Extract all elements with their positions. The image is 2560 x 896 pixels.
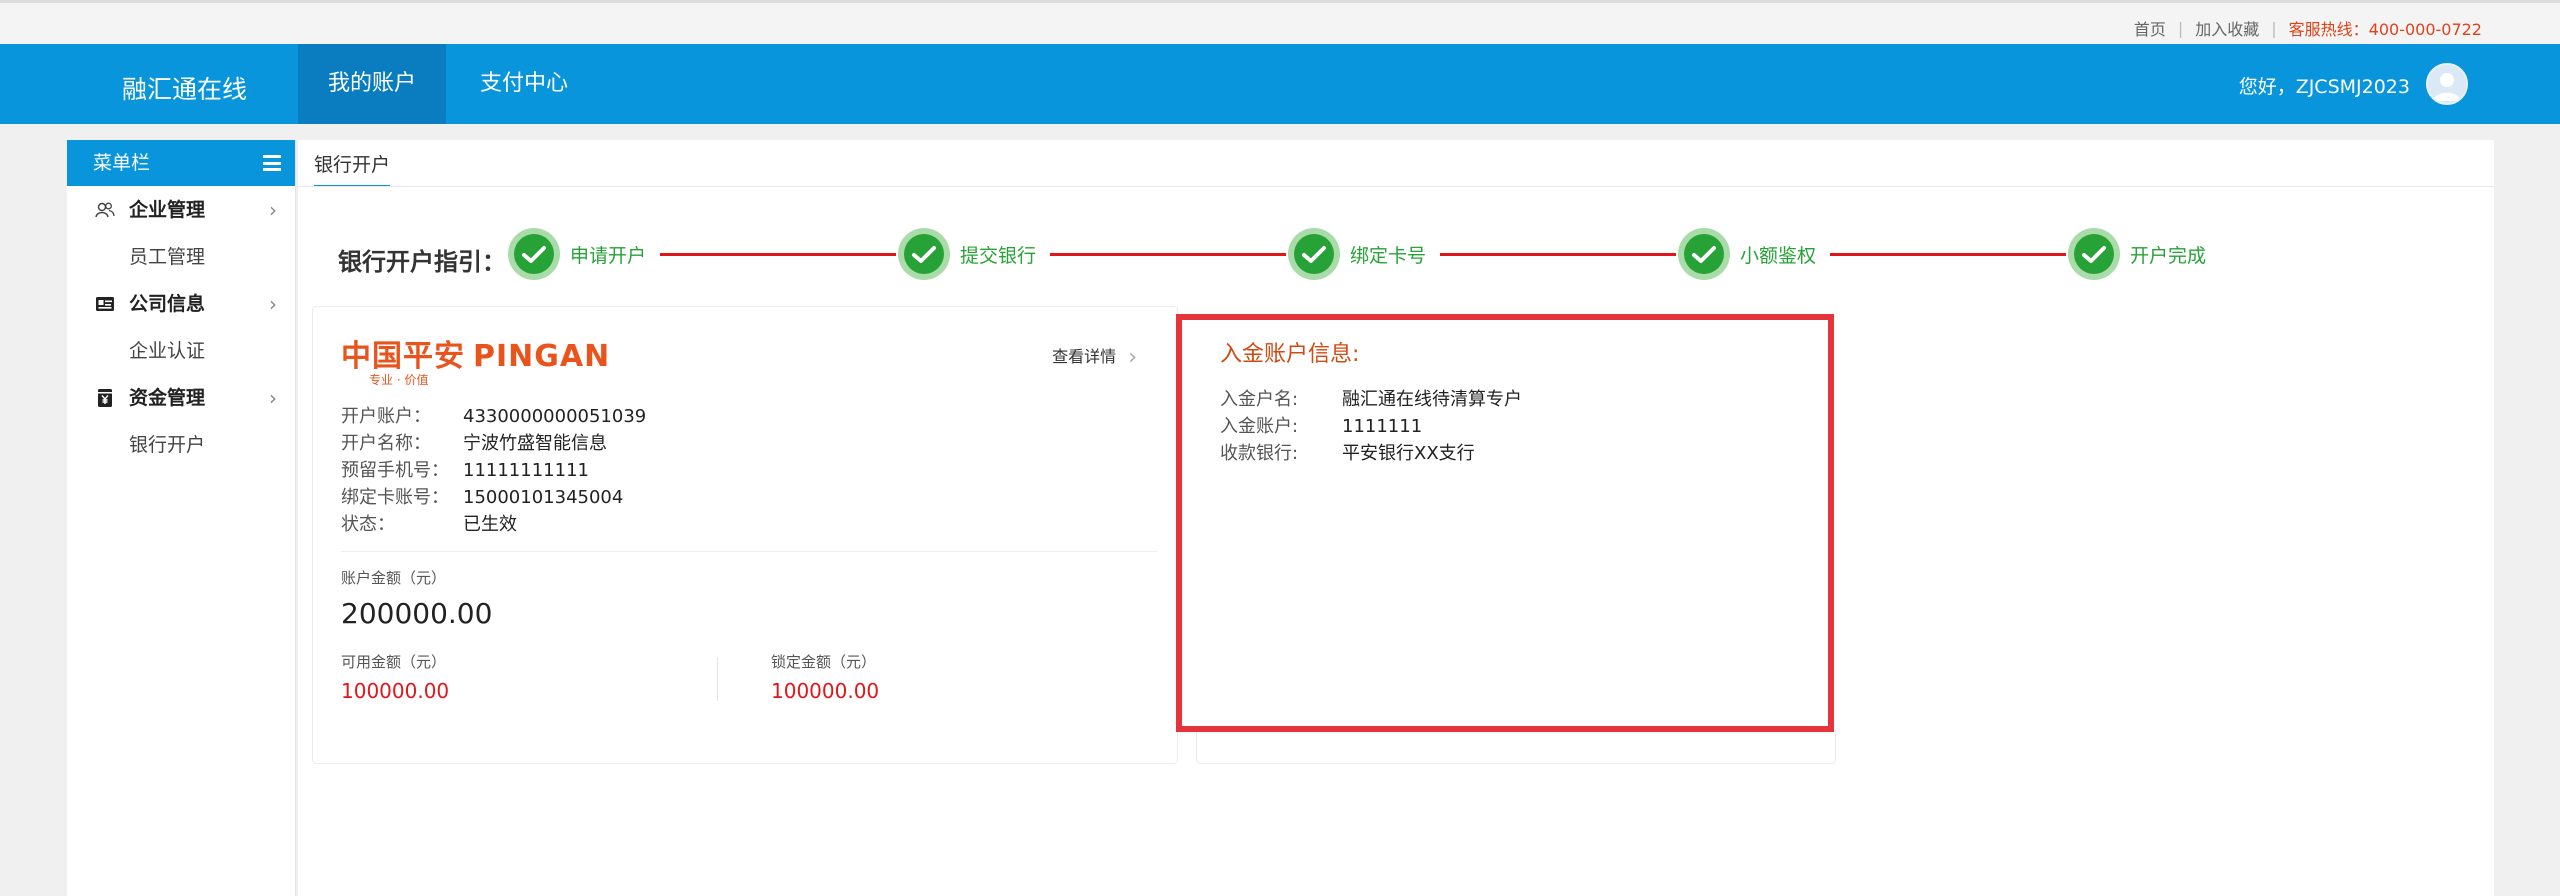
add-favorite-link[interactable]: 加入收藏 [2195, 16, 2259, 40]
field-row: 开户账户： 4330000000051039 [341, 403, 646, 430]
top-utility-bar: 首页 | 加入收藏 | 客服热线：400-000-0722 [0, 0, 2560, 44]
user-avatar-icon [2433, 73, 2461, 101]
balance-label: 账户金额（元） [341, 569, 447, 587]
sidebar-group-label: 公司信息 [129, 293, 206, 315]
users-icon [95, 202, 115, 218]
step-complete-icon [2068, 228, 2120, 280]
field-value: 宁波竹盛智能信息 [463, 433, 607, 454]
tab-my-account[interactable]: 我的账户 [298, 44, 447, 124]
step-complete-icon [1288, 228, 1340, 280]
field-row: 开户名称： 宁波竹盛智能信息 [341, 430, 646, 457]
card-divider [341, 551, 1157, 552]
main-navbar: 融汇通在线 我的账户 支付中心 您好，ZJCSMJ2023 [0, 44, 2560, 124]
logo-cn: 中国平安 [341, 339, 465, 374]
field-value: 融汇通在线待清算专户 [1342, 389, 1522, 410]
user-greeting[interactable]: 您好，ZJCSMJ2023 [2239, 72, 2410, 99]
hotline-text: 客服热线：400-000-0722 [2288, 20, 2482, 39]
field-row: 预留手机号： 11111111111 [341, 457, 646, 484]
step-complete-icon [508, 228, 560, 280]
logo-slogan: 专业 · 价值 [369, 373, 429, 387]
field-value: 平安银行XX支行 [1342, 443, 1475, 464]
field-label: 状态： [341, 514, 395, 535]
sidebar-item-staff[interactable]: 员工管理 [67, 234, 295, 280]
deposit-title: 入金账户信息: [1220, 342, 1360, 367]
field-row: 入金户名: 融汇通在线待清算专户 [1220, 386, 1522, 413]
tab-divider [298, 186, 2494, 187]
separator: | [2271, 18, 2277, 38]
available-value: 100000.00 [341, 679, 450, 703]
view-detail-label: 查看详情 [1052, 347, 1117, 366]
sidebar-group-funds[interactable]: 资金管理 › [67, 374, 295, 422]
pingan-logo: 中国平安 PINGAN 专业 · 价值 [341, 331, 611, 387]
vertical-divider [717, 657, 718, 701]
field-value: 1111111 [1342, 416, 1423, 437]
money-icon [98, 389, 112, 407]
field-value: 11111111111 [463, 460, 589, 481]
sidebar-header: 菜单栏 [67, 140, 295, 186]
step-label: 开户完成 [2130, 245, 2207, 267]
sidebar-group-enterprise[interactable]: 企业管理 › [67, 186, 295, 234]
field-label: 开户名称： [341, 433, 431, 454]
field-label: 入金账户: [1220, 416, 1299, 437]
top-links: 首页 | 加入收藏 | 客服热线：400-000-0722 [2134, 16, 2482, 40]
step-label: 提交银行 [960, 245, 1037, 267]
field-row: 收款银行: 平安银行XX支行 [1220, 440, 1522, 467]
sidebar-title: 菜单栏 [93, 152, 151, 174]
separator: | [2177, 18, 2184, 38]
field-value: 4330000000051039 [463, 406, 647, 427]
brand-logo[interactable]: 融汇通在线 [122, 70, 247, 106]
field-label: 收款银行: [1220, 443, 1299, 464]
chevron-right-icon: › [269, 292, 277, 316]
field-label: 入金户名: [1220, 389, 1299, 410]
deposit-account-panel: 入金账户信息: 入金户名: 融汇通在线待清算专户 入金账户: 1111111 收款银… [1176, 314, 1834, 732]
deposit-card-shadow [1196, 730, 1836, 764]
sidebar-group-label: 企业管理 [129, 199, 206, 221]
tab-payment-center[interactable]: 支付中心 [450, 44, 598, 124]
available-label: 可用金额（元） [341, 653, 447, 671]
step-complete-icon [1678, 228, 1730, 280]
step-connector [1830, 253, 2066, 256]
tab-bank-account[interactable]: 银行开户 [314, 150, 391, 187]
step-label: 绑定卡号 [1350, 245, 1427, 267]
sidebar-group-label: 资金管理 [129, 387, 206, 409]
field-value: 15000101345004 [463, 487, 624, 508]
sidebar-item-certification[interactable]: 企业认证 [67, 328, 295, 374]
chevron-right-icon: › [269, 386, 277, 410]
hamburger-icon[interactable] [263, 155, 281, 171]
step-complete-icon [898, 228, 950, 280]
avatar[interactable] [2426, 63, 2468, 105]
step-label: 申请开户 [570, 245, 647, 267]
sidebar-group-company[interactable]: 公司信息 › [67, 280, 295, 328]
sidebar-menu: 菜单栏 企业管理 › 员工管理 公司信息 › 企业认证 资金管理 › 银行开户 [67, 140, 296, 896]
view-detail-link[interactable]: 查看详情 › [1052, 343, 1137, 370]
step-connector [1440, 253, 1676, 256]
account-fields: 开户账户： 4330000000051039 开户名称： 宁波竹盛智能信息 预留手机… [341, 403, 646, 538]
chevron-right-icon: › [1128, 345, 1137, 370]
chevron-right-icon: › [269, 198, 277, 222]
field-value: 已生效 [463, 514, 517, 535]
step-connector [1050, 253, 1286, 256]
locked-value: 100000.00 [771, 679, 880, 703]
field-label: 预留手机号： [341, 460, 449, 481]
field-row: 入金账户: 1111111 [1220, 413, 1522, 440]
step-label: 小额鉴权 [1740, 245, 1817, 267]
step-connector [660, 253, 896, 256]
guide-title: 银行开户指引： [338, 248, 506, 276]
logo-en: PINGAN [473, 339, 611, 374]
id-card-icon [96, 297, 114, 311]
field-label: 开户账户： [341, 406, 431, 427]
locked-label: 锁定金额（元） [771, 653, 877, 671]
field-row: 绑定卡账号： 15000101345004 [341, 484, 646, 511]
bank-account-card: 中国平安 PINGAN 专业 · 价值 查看详情 › 开户账户： 4330000000… [312, 306, 1178, 764]
main-content: 银行开户 银行开户指引： 申请开户 提交银行 绑定卡号 小额鉴权 开户完成 中国… [298, 140, 2494, 896]
deposit-fields: 入金户名: 融汇通在线待清算专户 入金账户: 1111111 收款银行: 平安银行XX… [1220, 386, 1522, 467]
field-row: 状态： 已生效 [341, 511, 646, 538]
balance-value: 200000.00 [341, 597, 493, 630]
field-label: 绑定卡账号： [341, 487, 449, 508]
home-link[interactable]: 首页 [2134, 16, 2166, 40]
sidebar-item-bank-account[interactable]: 银行开户 [67, 422, 295, 468]
